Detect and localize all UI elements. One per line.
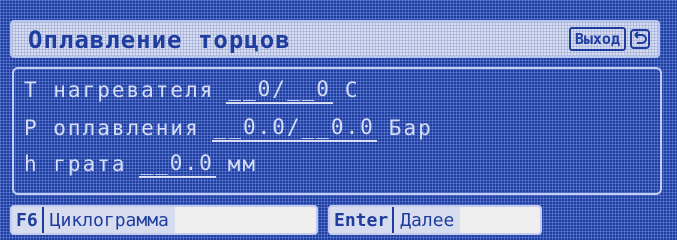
param-unit: Бар <box>388 116 433 140</box>
bead-height-value[interactable]: __0.0 <box>138 150 216 178</box>
param-row-heater-temp: T нагревателя __0/__0 C <box>24 75 360 105</box>
title-bar: Оплавление торцов Выход <box>10 20 660 58</box>
param-unit: C <box>344 78 360 102</box>
param-label: P оплавления <box>24 116 200 140</box>
softkey-bar: F6 Циклограмма Enter Далее <box>0 205 677 237</box>
f6-key-tag: F6 <box>12 207 42 233</box>
param-row-bead-height: h грата __0.0 мм <box>24 149 257 179</box>
return-arrow-icon <box>630 29 650 49</box>
param-label: T нагревателя <box>24 78 215 102</box>
enter-key-tag: Enter <box>330 207 393 233</box>
cyclogram-softkey[interactable]: F6 Циклограмма <box>10 205 318 235</box>
next-softkey[interactable]: Enter Далее <box>328 205 542 235</box>
page-title: Оплавление торцов <box>28 26 291 54</box>
cyclogram-label: Циклограмма <box>41 207 175 233</box>
next-label: Далее <box>392 207 461 233</box>
parameters-panel: T нагревателя __0/__0 C P оплавления __0… <box>12 67 662 195</box>
exit-button-label: Выход <box>568 27 626 51</box>
hmi-screen: Оплавление торцов Выход T нагревателя __… <box>0 0 677 240</box>
param-unit: мм <box>227 152 258 176</box>
param-label: h грата <box>24 152 127 176</box>
heater-temp-value[interactable]: __0/__0 <box>226 76 333 104</box>
exit-button[interactable]: Выход <box>568 26 650 52</box>
param-row-melt-pressure: P оплавления __0.0/__0.0 Бар <box>24 113 433 143</box>
melt-pressure-value[interactable]: __0.0/__0.0 <box>211 114 377 142</box>
